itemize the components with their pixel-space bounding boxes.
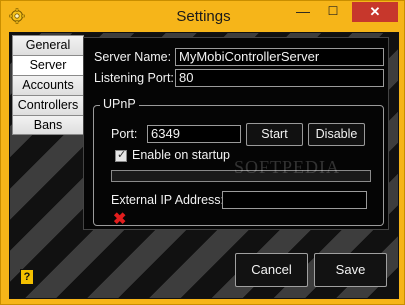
settings-window: Settings — ☐ ✕ General Server Accounts C… [0, 0, 405, 305]
upnp-port-input[interactable]: 6349 [147, 125, 241, 143]
client-area: General Server Accounts Controllers Bans… [9, 32, 399, 299]
tab-bans[interactable]: Bans [12, 115, 84, 135]
listening-port-label: Listening Port: [94, 71, 174, 85]
listening-port-input[interactable]: 80 [175, 69, 384, 87]
disable-button[interactable]: Disable [308, 123, 365, 146]
upnp-port-label: Port: [111, 127, 138, 141]
red-x-icon: ✖ [113, 211, 127, 228]
save-button[interactable]: Save [314, 253, 387, 287]
close-button[interactable]: ✕ [352, 2, 398, 22]
title-bar: Settings — ☐ ✕ [1, 1, 405, 33]
help-button[interactable]: ? [20, 269, 34, 285]
server-name-label: Server Name: [94, 50, 172, 64]
tab-list: General Server Accounts Controllers Bans [12, 35, 84, 135]
start-button[interactable]: Start [246, 123, 303, 146]
external-ip-label: External IP Address: [111, 193, 225, 207]
enable-on-startup-checkbox[interactable]: ✓ [115, 149, 127, 162]
maximize-button[interactable]: ☐ [319, 2, 347, 22]
minimize-button[interactable]: — [289, 2, 317, 22]
tab-accounts[interactable]: Accounts [12, 75, 84, 95]
upnp-group-title: UPnP [100, 97, 139, 111]
checkmark-icon: ✓ [117, 149, 127, 161]
server-settings-panel: Server Name: MyMobiControllerServer List… [83, 37, 389, 230]
watermark: SOFTPEDIA [234, 157, 341, 177]
server-name-input[interactable]: MyMobiControllerServer [175, 48, 384, 66]
tab-controllers[interactable]: Controllers [12, 95, 84, 115]
external-ip-input[interactable] [222, 191, 367, 209]
tab-general[interactable]: General [12, 35, 84, 55]
enable-on-startup-label: Enable on startup [132, 148, 230, 162]
tab-server[interactable]: Server [12, 55, 84, 75]
cancel-button[interactable]: Cancel [235, 253, 308, 287]
